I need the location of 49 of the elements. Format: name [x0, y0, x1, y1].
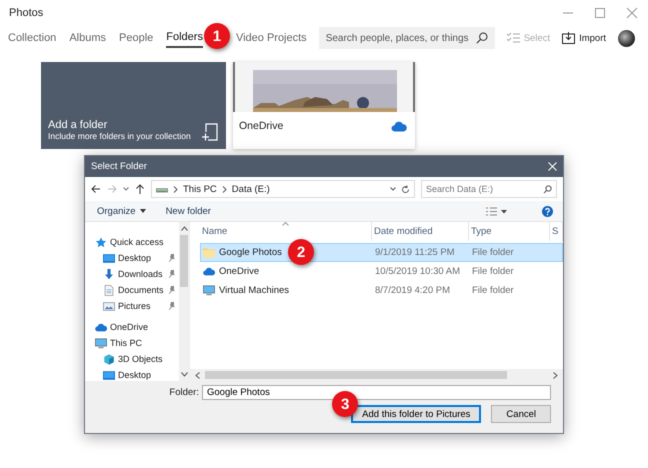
- file-name: OneDrive: [201, 266, 260, 277]
- type-cell-text: File folder: [471, 266, 515, 277]
- tab[interactable]: Albums: [69, 28, 106, 48]
- cancel-button[interactable]: Cancel: [491, 405, 551, 423]
- tab[interactable]: People: [119, 28, 154, 48]
- step-number-marker: 2: [288, 239, 314, 265]
- nav-item[interactable]: Downloads: [85, 266, 179, 282]
- organize-menu[interactable]: Organize: [97, 206, 146, 216]
- tab[interactable]: Collection: [8, 28, 56, 48]
- file-name: Virtual Machines: [201, 285, 290, 296]
- column-header[interactable]: Date modified: [372, 222, 469, 241]
- tab[interactable]: Folders: [166, 28, 203, 48]
- file-name: Google Photos: [201, 247, 282, 258]
- nav-item[interactable]: Desktop: [85, 367, 179, 381]
- date-cell-text: 8/7/2019 4:20 PM: [374, 285, 451, 296]
- add-folder-button[interactable]: Add this folder to Pictures: [351, 405, 482, 423]
- nav-item[interactable]: Quick access: [85, 234, 179, 250]
- folder-label: Folder:: [169, 387, 199, 398]
- date-cell-text: 10/5/2019 10:30 AM: [374, 266, 462, 277]
- file-row[interactable]: OneDrive 10/5/2019 10:30 AM File folder: [200, 262, 563, 281]
- nav-item[interactable]: OneDrive: [85, 319, 179, 335]
- card-title: Add a folder: [48, 119, 108, 131]
- window-title: Photos: [9, 7, 44, 19]
- breadcrumb[interactable]: This PC: [183, 184, 217, 194]
- column-header[interactable]: Type: [469, 222, 550, 241]
- new-folder-button[interactable]: New folder: [166, 206, 211, 216]
- import-button[interactable]: Import: [562, 32, 606, 44]
- dialog-title: Select Folder: [91, 161, 148, 172]
- nav-item[interactable]: Desktop: [85, 250, 179, 266]
- nav-item[interactable]: Documents: [85, 282, 179, 298]
- step-number-marker: 1: [204, 23, 230, 49]
- folder-card[interactable]: OneDrive: [233, 62, 415, 149]
- breadcrumb[interactable]: Data (E:): [232, 184, 270, 194]
- date-cell-text: 9/1/2019 11:25 PM: [374, 247, 456, 258]
- address-bar[interactable]: This PC Data (E:): [151, 180, 415, 198]
- add-folder-card[interactable]: Add a folder Include more folders in your collection: [41, 62, 226, 149]
- type-cell-text: File folder: [471, 247, 515, 258]
- nav-item[interactable]: This PC: [85, 335, 179, 351]
- nav-item[interactable]: Pictures: [85, 298, 179, 314]
- search-field[interactable]: Search people, places, or things: [318, 27, 495, 49]
- type-cell-text: File folder: [471, 285, 515, 296]
- column-header[interactable]: S: [550, 222, 563, 241]
- card-subtitle: Include more folders in your collection: [48, 131, 192, 141]
- card-title: OneDrive: [239, 120, 284, 132]
- folder-field[interactable]: Google Photos: [202, 385, 551, 400]
- file-row[interactable]: Virtual Machines 8/7/2019 4:20 PM File folder: [200, 281, 563, 300]
- tab[interactable]: Video Projects: [236, 28, 307, 48]
- nav-item[interactable]: 3D Objects: [85, 351, 179, 367]
- search-field[interactable]: Search Data (E:): [421, 180, 557, 198]
